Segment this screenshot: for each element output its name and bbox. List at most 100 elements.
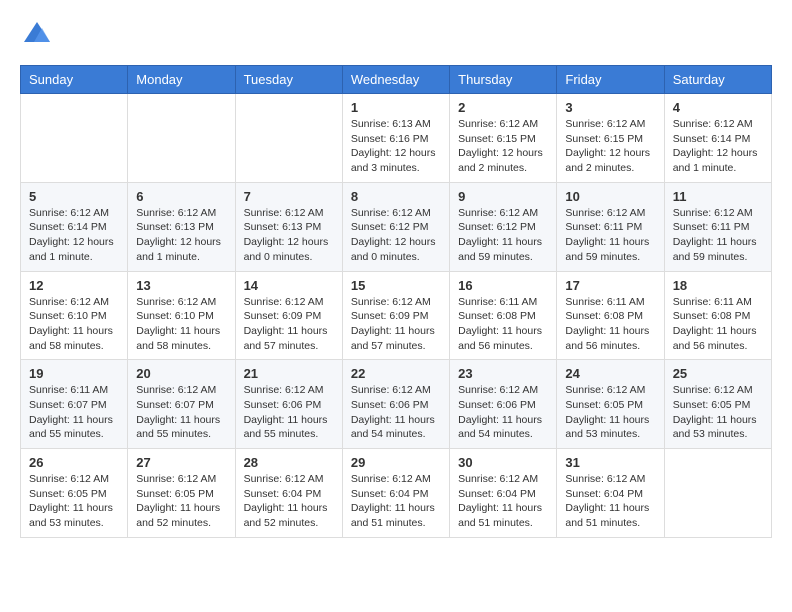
- calendar-cell: 20 Sunrise: 6:12 AM Sunset: 6:07 PM Dayli…: [128, 360, 235, 449]
- day-info: Sunrise: 6:11 AM Sunset: 6:07 PM Dayligh…: [29, 383, 119, 442]
- calendar-cell: 27Sunrise: 6:12 AM Sunset: 6:05 PM Dayli…: [128, 449, 235, 538]
- day-info: Sunrise: 6:12 AM Sunset: 6:14 PM Dayligh…: [29, 206, 119, 265]
- calendar-cell: 5 Sunrise: 6:12 AM Sunset: 6:14 PM Daylig…: [21, 182, 128, 271]
- logo-icon: [22, 20, 52, 44]
- day-info: Sunrise: 6:12 AM Sunset: 6:07 PM Dayligh…: [136, 383, 226, 442]
- day-number: 18: [673, 278, 763, 293]
- day-number: 23: [458, 366, 548, 381]
- calendar-cell: 29 Sunrise: 6:12 AM Sunset: 6:04 PM Dayli…: [342, 449, 449, 538]
- calendar-cell: 19 Sunrise: 6:11 AM Sunset: 6:07 PM Dayli…: [21, 360, 128, 449]
- day-info: Sunrise: 6:11 AM Sunset: 6:08 PM Dayligh…: [673, 295, 763, 354]
- calendar-cell: 11 Sunrise: 6:12 AM Sunset: 6:11 PM Dayli…: [664, 182, 771, 271]
- day-info: Sunrise: 6:12 AM Sunset: 6:10 PM Dayligh…: [136, 295, 226, 354]
- calendar-cell: 10Sunrise: 6:12 AM Sunset: 6:11 PM Dayli…: [557, 182, 664, 271]
- day-info: Sunrise: 6:12 AM Sunset: 6:15 PM Dayligh…: [458, 117, 548, 176]
- day-number: 5: [29, 189, 119, 204]
- day-number: 16: [458, 278, 548, 293]
- calendar-cell: 7 Sunrise: 6:12 AM Sunset: 6:13 PM Daylig…: [235, 182, 342, 271]
- day-info: Sunrise: 6:12 AM Sunset: 6:04 PM Dayligh…: [244, 472, 334, 531]
- calendar-cell: 3 Sunrise: 6:12 AM Sunset: 6:15 PM Daylig…: [557, 94, 664, 183]
- calendar-day-header: Tuesday: [235, 66, 342, 94]
- day-info: Sunrise: 6:12 AM Sunset: 6:05 PM Dayligh…: [29, 472, 119, 531]
- calendar-day-header: Sunday: [21, 66, 128, 94]
- calendar-cell: 1 Sunrise: 6:13 AM Sunset: 6:16 PM Daylig…: [342, 94, 449, 183]
- day-number: 12: [29, 278, 119, 293]
- day-number: 27: [136, 455, 226, 470]
- day-info: Sunrise: 6:12 AM Sunset: 6:11 PM Dayligh…: [673, 206, 763, 265]
- calendar-cell: 21 Sunrise: 6:12 AM Sunset: 6:06 PM Dayli…: [235, 360, 342, 449]
- day-number: 1: [351, 100, 441, 115]
- calendar-week-row: 1 Sunrise: 6:13 AM Sunset: 6:16 PM Daylig…: [21, 94, 772, 183]
- calendar-cell: 24 Sunrise: 6:12 AM Sunset: 6:05 PM Dayli…: [557, 360, 664, 449]
- day-info: Sunrise: 6:11 AM Sunset: 6:08 PM Dayligh…: [458, 295, 548, 354]
- day-number: 14: [244, 278, 334, 293]
- calendar-cell: 12 Sunrise: 6:12 AM Sunset: 6:10 PM Dayli…: [21, 271, 128, 360]
- day-number: 20: [136, 366, 226, 381]
- calendar-table: SundayMondayTuesdayWednesdayThursdayFrid…: [20, 65, 772, 538]
- day-number: 4: [673, 100, 763, 115]
- day-number: 17: [565, 278, 655, 293]
- calendar-day-header: Thursday: [450, 66, 557, 94]
- day-info: Sunrise: 6:12 AM Sunset: 6:04 PM Dayligh…: [565, 472, 655, 531]
- calendar-cell: 17 Sunrise: 6:11 AM Sunset: 6:08 PM Dayli…: [557, 271, 664, 360]
- day-number: 31: [565, 455, 655, 470]
- day-number: 6: [136, 189, 226, 204]
- day-number: 26: [29, 455, 119, 470]
- calendar-cell: 13 Sunrise: 6:12 AM Sunset: 6:10 PM Dayli…: [128, 271, 235, 360]
- day-number: 2: [458, 100, 548, 115]
- day-number: 30: [458, 455, 548, 470]
- day-number: 7: [244, 189, 334, 204]
- day-number: 8: [351, 189, 441, 204]
- day-number: 9: [458, 189, 548, 204]
- page-header: [20, 20, 772, 49]
- calendar-cell: 15 Sunrise: 6:12 AM Sunset: 6:09 PM Dayli…: [342, 271, 449, 360]
- day-number: 19: [29, 366, 119, 381]
- day-number: 28: [244, 455, 334, 470]
- calendar-week-row: 5 Sunrise: 6:12 AM Sunset: 6:14 PM Daylig…: [21, 182, 772, 271]
- calendar-day-header: Friday: [557, 66, 664, 94]
- day-info: Sunrise: 6:12 AM Sunset: 6:13 PM Dayligh…: [136, 206, 226, 265]
- calendar-week-row: 19 Sunrise: 6:11 AM Sunset: 6:07 PM Dayli…: [21, 360, 772, 449]
- calendar-header-row: SundayMondayTuesdayWednesdayThursdayFrid…: [21, 66, 772, 94]
- day-number: 3: [565, 100, 655, 115]
- calendar-day-header: Saturday: [664, 66, 771, 94]
- calendar-cell: [664, 449, 771, 538]
- day-info: Sunrise: 6:11 AM Sunset: 6:08 PM Dayligh…: [565, 295, 655, 354]
- day-info: Sunrise: 6:12 AM Sunset: 6:05 PM Dayligh…: [673, 383, 763, 442]
- day-number: 15: [351, 278, 441, 293]
- calendar-week-row: 26 Sunrise: 6:12 AM Sunset: 6:05 PM Dayli…: [21, 449, 772, 538]
- calendar-cell: 8 Sunrise: 6:12 AM Sunset: 6:12 PM Daylig…: [342, 182, 449, 271]
- calendar-cell: 23 Sunrise: 6:12 AM Sunset: 6:06 PM Dayli…: [450, 360, 557, 449]
- day-number: 24: [565, 366, 655, 381]
- calendar-cell: 9 Sunrise: 6:12 AM Sunset: 6:12 PM Daylig…: [450, 182, 557, 271]
- day-number: 13: [136, 278, 226, 293]
- calendar-cell: 30 Sunrise: 6:12 AM Sunset: 6:04 PM Dayli…: [450, 449, 557, 538]
- calendar-day-header: Monday: [128, 66, 235, 94]
- calendar-cell: 18 Sunrise: 6:11 AM Sunset: 6:08 PM Dayli…: [664, 271, 771, 360]
- logo: [20, 20, 52, 49]
- calendar-week-row: 12 Sunrise: 6:12 AM Sunset: 6:10 PM Dayli…: [21, 271, 772, 360]
- day-info: Sunrise: 6:13 AM Sunset: 6:16 PM Dayligh…: [351, 117, 441, 176]
- day-number: 29: [351, 455, 441, 470]
- day-number: 21: [244, 366, 334, 381]
- calendar-cell: 25Sunrise: 6:12 AM Sunset: 6:05 PM Dayli…: [664, 360, 771, 449]
- calendar-day-header: Wednesday: [342, 66, 449, 94]
- day-info: Sunrise: 6:12 AM Sunset: 6:12 PM Dayligh…: [351, 206, 441, 265]
- day-number: 22: [351, 366, 441, 381]
- day-info: Sunrise: 6:12 AM Sunset: 6:15 PM Dayligh…: [565, 117, 655, 176]
- day-info: Sunrise: 6:12 AM Sunset: 6:10 PM Dayligh…: [29, 295, 119, 354]
- day-info: Sunrise: 6:12 AM Sunset: 6:06 PM Dayligh…: [458, 383, 548, 442]
- day-info: Sunrise: 6:12 AM Sunset: 6:13 PM Dayligh…: [244, 206, 334, 265]
- day-info: Sunrise: 6:12 AM Sunset: 6:06 PM Dayligh…: [351, 383, 441, 442]
- day-info: Sunrise: 6:12 AM Sunset: 6:04 PM Dayligh…: [458, 472, 548, 531]
- calendar-cell: 2 Sunrise: 6:12 AM Sunset: 6:15 PM Daylig…: [450, 94, 557, 183]
- day-info: Sunrise: 6:12 AM Sunset: 6:12 PM Dayligh…: [458, 206, 548, 265]
- day-info: Sunrise: 6:12 AM Sunset: 6:11 PM Dayligh…: [565, 206, 655, 265]
- day-info: Sunrise: 6:12 AM Sunset: 6:05 PM Dayligh…: [565, 383, 655, 442]
- day-info: Sunrise: 6:12 AM Sunset: 6:09 PM Dayligh…: [244, 295, 334, 354]
- calendar-cell: 22 Sunrise: 6:12 AM Sunset: 6:06 PM Dayli…: [342, 360, 449, 449]
- day-info: Sunrise: 6:12 AM Sunset: 6:04 PM Dayligh…: [351, 472, 441, 531]
- day-info: Sunrise: 6:12 AM Sunset: 6:06 PM Dayligh…: [244, 383, 334, 442]
- day-info: Sunrise: 6:12 AM Sunset: 6:09 PM Dayligh…: [351, 295, 441, 354]
- day-number: 11: [673, 189, 763, 204]
